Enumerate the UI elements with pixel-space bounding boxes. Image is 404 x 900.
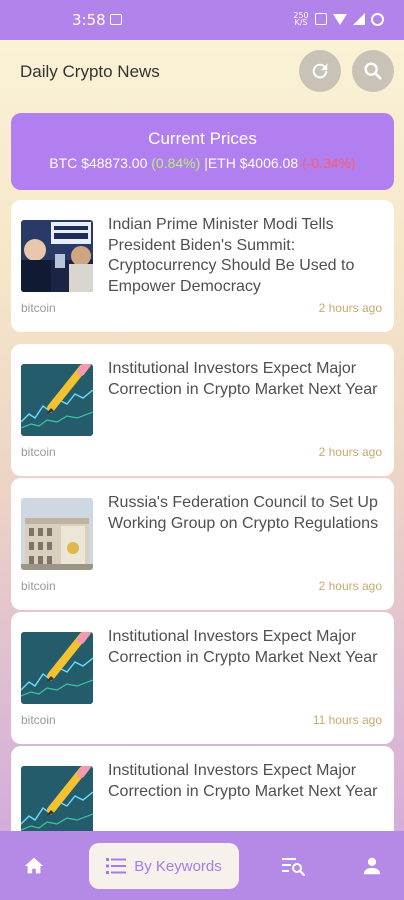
- news-thumbnail: [21, 498, 93, 570]
- refresh-button[interactable]: [299, 50, 341, 92]
- news-card[interactable]: Indian Prime Minister Modi Tells Preside…: [11, 200, 394, 332]
- news-time: 2 hours ago: [318, 445, 382, 459]
- nav-by-keywords-button[interactable]: By Keywords: [89, 843, 239, 889]
- list-icon: [106, 858, 127, 874]
- home-icon: [24, 857, 44, 873]
- btc-change: (0.84%): [151, 155, 201, 171]
- news-time: 11 hours ago: [312, 713, 382, 727]
- news-time: 2 hours ago: [318, 301, 382, 315]
- refresh-icon: [312, 63, 328, 79]
- battery-icon: [371, 12, 384, 26]
- person-icon: [363, 857, 381, 874]
- news-title: Indian Prime Minister Modi Tells Preside…: [108, 216, 355, 295]
- nav-home-button[interactable]: [12, 831, 56, 900]
- news-tag: bitcoin: [21, 301, 56, 315]
- eth-price: $4006.08: [239, 155, 299, 171]
- current-prices-panel: Current Prices BTC $48873.00 (0.84%) |ET…: [11, 113, 394, 190]
- news-title: Russia's Federation Council to Set Up Wo…: [108, 494, 379, 532]
- news-title: Institutional Investors Expect Major Cor…: [108, 360, 378, 398]
- eth-label: ETH: [207, 155, 236, 171]
- status-time: 3:58: [72, 11, 106, 29]
- btc-label: BTC: [49, 155, 78, 171]
- prices-row: BTC $48873.00 (0.84%) |ETH $4006.08 (-0.…: [11, 155, 394, 171]
- news-tag: bitcoin: [21, 713, 56, 727]
- news-card[interactable]: Institutional Investors Expect Major Cor…: [11, 612, 394, 744]
- news-thumbnail: [21, 220, 93, 292]
- nav-search-list-button[interactable]: [271, 831, 315, 900]
- news-tag: bitcoin: [21, 579, 56, 593]
- news-card[interactable]: Institutional Investors Expect Major Cor…: [11, 344, 394, 476]
- app-title: Daily Crypto News: [20, 62, 160, 81]
- image-notification-icon: [110, 14, 122, 25]
- status-icons: 250 K/S: [293, 11, 384, 27]
- news-title: Institutional Investors Expect Major Cor…: [108, 762, 378, 800]
- bottom-nav: By Keywords: [0, 831, 404, 900]
- prices-title: Current Prices: [148, 129, 257, 148]
- news-thumbnail: [21, 364, 93, 436]
- signal-icon: [353, 13, 365, 25]
- news-thumbnail: [21, 766, 93, 838]
- app-header: Daily Crypto News: [0, 40, 404, 104]
- status-bar: 3:58 250 K/S: [0, 0, 404, 40]
- wifi-icon: [333, 13, 347, 25]
- search-icon: [364, 62, 382, 80]
- eth-change: (-0.34%): [302, 155, 356, 171]
- news-thumbnail: [21, 632, 93, 704]
- search-button[interactable]: [352, 50, 394, 92]
- news-title: Institutional Investors Expect Major Cor…: [108, 628, 378, 666]
- list-search-icon: [282, 857, 305, 876]
- btc-price: $48873.00: [81, 155, 148, 171]
- nav-profile-button[interactable]: [350, 831, 394, 900]
- news-tag: bitcoin: [21, 445, 56, 459]
- volte-icon: [315, 13, 327, 25]
- news-time: 2 hours ago: [318, 579, 382, 593]
- data-speed-indicator: 250 K/S: [293, 11, 309, 27]
- news-card[interactable]: Russia's Federation Council to Set Up Wo…: [11, 478, 394, 610]
- nav-by-keywords-label: By Keywords: [134, 857, 222, 875]
